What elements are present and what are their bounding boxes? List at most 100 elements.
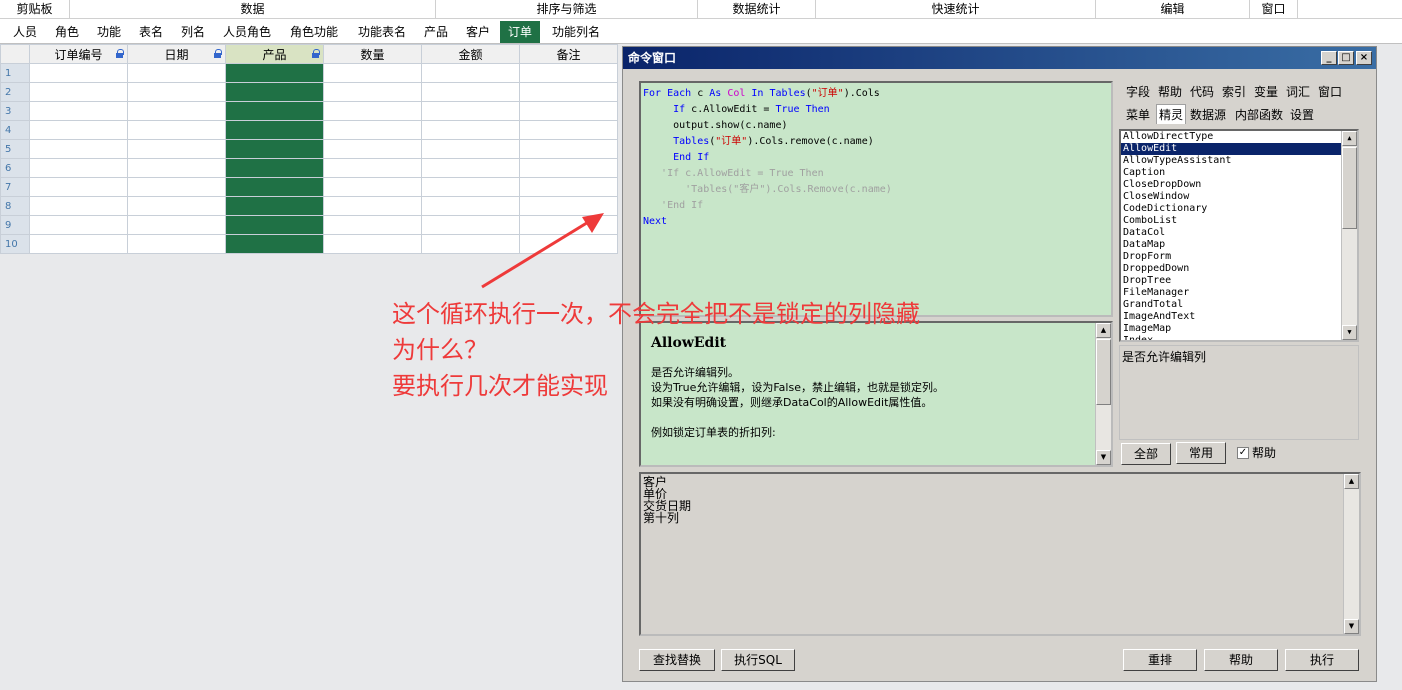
column-header[interactable]: 订单编号 [29,44,128,64]
tab-orders[interactable]: 订单 [500,21,540,43]
grid-cell[interactable] [29,101,128,121]
tab-function-tables[interactable]: 功能表名 [352,21,412,43]
scroll-down-icon[interactable]: ▼ [1342,325,1357,340]
grid-cell[interactable] [519,177,618,197]
tab-menu[interactable]: 菜单 [1126,105,1150,125]
rearrange-button[interactable]: 重排 [1123,649,1197,671]
property-item[interactable]: CloseWindow [1121,191,1357,203]
property-item[interactable]: DroppedDown [1121,263,1357,275]
grid-cell[interactable] [225,215,324,235]
code-editor[interactable]: For Each c As Col In Tables("订单").Cols I… [639,81,1113,317]
grid-cell[interactable] [127,139,226,159]
grid-cell[interactable] [421,139,520,159]
grid-cell[interactable] [323,101,422,121]
grid-cell[interactable] [127,158,226,178]
grid-cell[interactable] [127,196,226,216]
grid-cell[interactable] [225,158,324,178]
grid-cell[interactable] [421,101,520,121]
row-number[interactable]: 10 [0,234,30,254]
row-number[interactable]: 8 [0,196,30,216]
grid-cell[interactable] [225,196,324,216]
grid-cell[interactable] [225,82,324,102]
grid-cell[interactable] [29,234,128,254]
row-number[interactable]: 3 [0,101,30,121]
column-header[interactable]: 日期 [127,44,226,64]
grid-cell[interactable] [421,82,520,102]
grid-cell[interactable] [29,120,128,140]
scroll-thumb[interactable] [1342,147,1357,229]
row-number[interactable]: 5 [0,139,30,159]
tab-fields[interactable]: 字段 [1126,82,1150,102]
help-checkbox[interactable]: ✓ [1237,447,1249,459]
tab-settings[interactable]: 设置 [1290,105,1314,125]
row-number[interactable]: 2 [0,82,30,102]
maximize-button[interactable]: □ [1338,51,1354,65]
grid-cell[interactable] [127,82,226,102]
grid-cell[interactable] [421,177,520,197]
property-item[interactable]: AllowTypeAssistant [1121,155,1357,167]
grid-cell[interactable] [323,63,422,83]
grid-cell[interactable] [421,63,520,83]
grid-corner[interactable] [0,44,30,64]
scroll-up-icon[interactable]: ▲ [1096,323,1111,338]
property-item[interactable]: DropTree [1121,275,1357,287]
grid-cell[interactable] [127,234,226,254]
grid-cell[interactable] [323,139,422,159]
grid-cell[interactable] [421,158,520,178]
tab-help[interactable]: 帮助 [1158,82,1182,102]
tab-people-roles[interactable]: 人员角色 [218,21,276,43]
tab-wizard[interactable]: 精灵 [1156,104,1187,124]
row-number[interactable]: 1 [0,63,30,83]
property-item[interactable]: CodeDictionary [1121,203,1357,215]
common-button[interactable]: 常用 [1176,442,1226,464]
row-number[interactable]: 4 [0,120,30,140]
tab-customers[interactable]: 客户 [460,21,496,43]
row-number[interactable]: 9 [0,215,30,235]
scroll-thumb[interactable] [1096,339,1111,405]
tab-functions[interactable]: 功能 [92,21,126,43]
tab-builtin-functions[interactable]: 内部函数 [1235,105,1283,125]
property-item[interactable]: CloseDropDown [1121,179,1357,191]
grid-cell[interactable] [29,177,128,197]
grid-cell[interactable] [225,101,324,121]
minimize-button[interactable]: _ [1321,51,1337,65]
tab-column-names[interactable]: 列名 [176,21,210,43]
property-item[interactable]: ComboList [1121,215,1357,227]
grid-cell[interactable] [225,177,324,197]
scroll-up-icon[interactable]: ▲ [1342,131,1357,146]
tab-table-names[interactable]: 表名 [134,21,168,43]
tab-roles[interactable]: 角色 [50,21,84,43]
property-item[interactable]: Index [1121,335,1357,340]
grid-cell[interactable] [519,63,618,83]
scroll-down-icon[interactable]: ▼ [1096,450,1111,465]
property-list-scrollbar[interactable]: ▲ ▼ [1341,131,1357,340]
row-number[interactable]: 6 [0,158,30,178]
output-panel[interactable]: 客户 单价 交货日期 第十列 ▲ ▼ [639,472,1361,636]
grid-cell[interactable] [225,63,324,83]
grid-cell[interactable] [519,82,618,102]
command-window-titlebar[interactable]: 命令窗口 [623,47,1376,69]
grid-cell[interactable] [29,196,128,216]
property-item[interactable]: DataMap [1121,239,1357,251]
grid-cell[interactable] [519,120,618,140]
property-item[interactable]: ImageMap [1121,323,1357,335]
doc-scrollbar[interactable]: ▲ ▼ [1095,323,1111,465]
property-item[interactable]: AllowEdit [1121,143,1357,155]
tab-index[interactable]: 索引 [1222,82,1246,102]
scroll-down-icon[interactable]: ▼ [1344,619,1359,634]
grid-cell[interactable] [225,120,324,140]
grid-cell[interactable] [421,120,520,140]
tab-code[interactable]: 代码 [1190,82,1214,102]
grid-cell[interactable] [225,234,324,254]
grid-cell[interactable] [127,215,226,235]
property-list[interactable]: AllowDirectType AllowEdit AllowTypeAssista… [1119,129,1359,342]
column-header[interactable]: 备注 [519,44,618,64]
grid-cell[interactable] [29,215,128,235]
tab-datasource[interactable]: 数据源 [1190,105,1226,125]
tab-products[interactable]: 产品 [418,21,454,43]
grid-cell[interactable] [519,158,618,178]
grid-cell[interactable] [323,158,422,178]
grid-cell[interactable] [323,234,422,254]
tab-variables[interactable]: 变量 [1254,82,1278,102]
find-replace-button[interactable]: 查找替换 [639,649,715,671]
